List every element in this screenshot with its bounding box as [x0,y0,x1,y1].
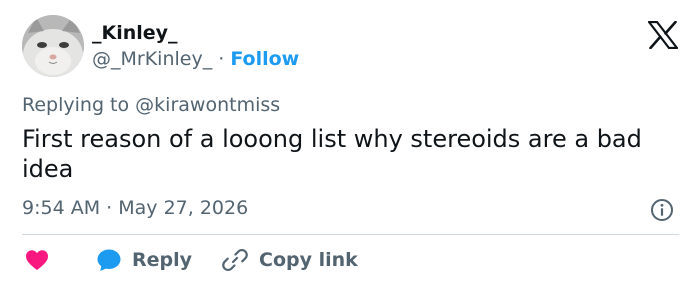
tweet-actions: Reply Copy link [22,246,358,274]
copy-link-button[interactable]: Copy link [222,247,358,273]
timestamp-separator: · [106,197,113,219]
link-icon [222,248,248,272]
replying-prefix: Replying to [22,94,130,116]
copy-link-label: Copy link [259,249,358,271]
tweet-time: 9:54 AM [22,197,101,219]
follow-button[interactable]: Follow [230,48,299,70]
replying-to-line: Replying to @kirawontmiss [22,93,280,117]
cat-avatar-icon [22,15,84,77]
tweet-timestamp[interactable]: 9:54 AM · May 27, 2026 [22,196,248,220]
author-display-name[interactable]: _Kinley_ [92,21,178,45]
reply-label: Reply [132,249,193,271]
tweet-text: First reason of a looong list why stereo… [22,125,642,183]
x-logo-icon[interactable] [648,21,678,49]
like-button[interactable] [25,249,49,271]
author-handle[interactable]: @_MrKinley_ [92,48,212,70]
author-handle-row: @_MrKinley_ · Follow [92,47,299,71]
tweet-date: May 27, 2026 [118,197,249,219]
heart-icon [26,250,48,270]
replying-to-handle[interactable]: @kirawontmiss [135,94,280,116]
divider [22,234,679,235]
reply-bubble-icon [97,249,121,271]
reply-button[interactable]: Reply [96,248,192,272]
info-icon[interactable] [650,198,674,222]
avatar[interactable] [22,15,84,77]
handle-separator: · [218,48,225,70]
